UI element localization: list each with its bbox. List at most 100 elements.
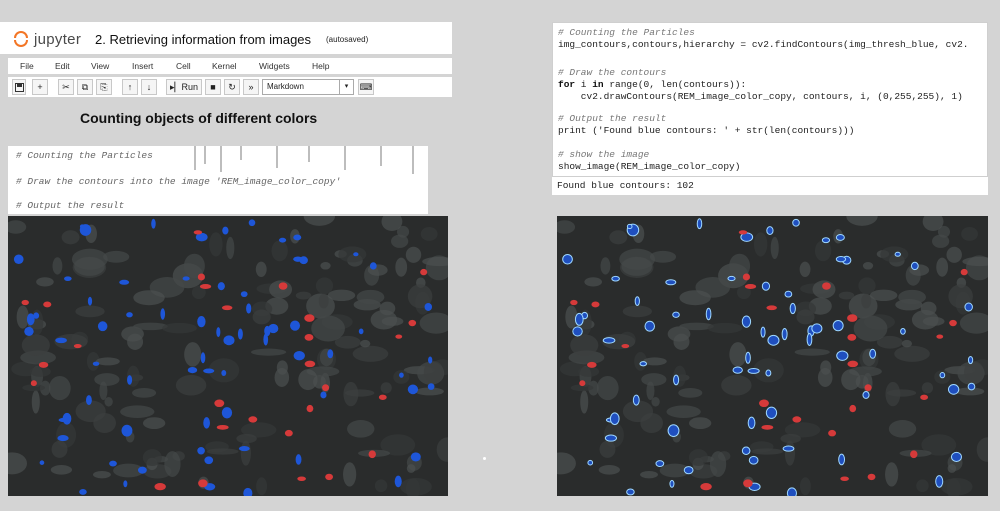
particle-image-original (8, 216, 448, 496)
blue-particle (747, 416, 756, 430)
red-particle (738, 230, 748, 235)
red-particle (849, 404, 857, 413)
red-particle (278, 282, 288, 290)
blue-particle (626, 488, 635, 496)
red-particle (742, 273, 751, 281)
paste-icon[interactable]: ⎘ (96, 79, 112, 95)
left-code-cell[interactable]: # Counting the Particles # Draw the cont… (8, 146, 428, 214)
red-particle (297, 476, 306, 481)
red-particle (368, 450, 376, 459)
blue-particle (237, 328, 243, 340)
blue-particle (741, 315, 752, 328)
blue-particle (57, 435, 69, 442)
fast-forward-icon[interactable]: » (243, 79, 259, 95)
restart-icon[interactable]: ↻ (224, 79, 240, 95)
blue-particle (835, 234, 845, 241)
blue-particle (683, 466, 694, 475)
blue-particle (761, 281, 771, 291)
blue-particle (399, 372, 404, 378)
save-icon[interactable] (12, 79, 26, 95)
run-button[interactable]: ▸▏ Run (166, 79, 202, 95)
red-particle (936, 334, 944, 339)
stop-icon[interactable]: ■ (205, 79, 221, 95)
menu-view[interactable]: View (91, 61, 109, 71)
red-particle (304, 360, 316, 368)
cut-icon[interactable]: ✂ (58, 79, 74, 95)
blue-particle (295, 454, 302, 465)
red-particle (700, 483, 712, 491)
blue-particle (967, 355, 974, 365)
code-line: cv2.drawContours(REM_image_color_copy, c… (558, 91, 963, 102)
blue-particle (838, 453, 846, 466)
blue-particle (784, 290, 793, 298)
blue-particle (278, 237, 287, 243)
add-cell-icon[interactable]: + (32, 79, 48, 95)
copy-icon[interactable]: ⧉ (77, 79, 93, 95)
blue-particle (950, 451, 962, 462)
red-particle (395, 334, 403, 339)
notebook-header: jupyter 2. Retrieving information from i… (0, 22, 452, 54)
red-particle (378, 394, 387, 400)
blue-particle (964, 302, 973, 312)
red-particle (910, 450, 918, 459)
menu-help[interactable]: Help (312, 61, 329, 71)
red-particle (30, 380, 37, 387)
code-comment: # Counting the Particles (558, 27, 695, 38)
notebook-title[interactable]: 2. Retrieving information from images (95, 32, 311, 47)
red-particle (197, 273, 205, 281)
red-particle (867, 473, 876, 481)
menu-widgets[interactable]: Widgets (259, 61, 290, 71)
red-particle (960, 268, 968, 276)
blue-particle (611, 275, 620, 282)
blue-particle (835, 255, 847, 263)
red-particle (325, 473, 334, 481)
red-particle (221, 305, 233, 311)
keyboard-icon[interactable]: ⌨ (358, 79, 374, 95)
code-line: img_contours,contours,hierarchy = cv2.fi… (558, 39, 969, 50)
move-up-icon[interactable]: ↑ (122, 79, 138, 95)
code-comment: # show the image (558, 149, 650, 160)
code-comment: # Output the result (16, 200, 125, 211)
blue-particle (939, 372, 946, 379)
blue-particle (369, 262, 377, 270)
blue-particle (665, 279, 677, 286)
red-particle (193, 230, 203, 235)
cell-output: Found blue contours: 102 (552, 177, 988, 195)
blue-particle (221, 407, 233, 419)
blue-particle (967, 382, 976, 391)
blue-particle (705, 307, 712, 321)
red-particle (822, 282, 831, 290)
red-particle (761, 424, 774, 430)
run-label: Run (181, 82, 198, 92)
menu-cell[interactable]: Cell (176, 61, 191, 71)
menu-insert[interactable]: Insert (132, 61, 153, 71)
blue-particle (55, 337, 67, 344)
red-particle (847, 360, 859, 368)
right-code-cell[interactable]: # Counting the Particles img_contours,con… (552, 22, 988, 177)
blue-particle (574, 312, 584, 326)
code-comment: # Output the result (558, 113, 667, 124)
blue-particle (246, 303, 252, 314)
blue-particle (79, 489, 87, 495)
move-down-icon[interactable]: ↓ (141, 79, 157, 95)
blue-particle (203, 417, 210, 429)
jupyter-logo[interactable]: jupyter (12, 30, 81, 48)
blue-particle (562, 253, 573, 265)
blue-particle (13, 254, 24, 265)
blue-particle (151, 218, 156, 229)
blue-particle (197, 315, 206, 328)
menu-file[interactable]: File (20, 61, 34, 71)
blue-particle (203, 368, 215, 374)
red-particle (587, 361, 597, 368)
menu-kernel[interactable]: Kernel (212, 61, 237, 71)
blue-particle (765, 369, 772, 377)
red-particle (304, 333, 314, 341)
red-particle (949, 319, 957, 327)
cell-type-select[interactable]: Markdown ▾ (262, 79, 354, 95)
red-particle (766, 305, 777, 311)
menu-edit[interactable]: Edit (55, 61, 70, 71)
blue-particle (673, 374, 680, 386)
red-particle (73, 344, 82, 349)
blue-particle (62, 412, 72, 425)
blue-particle (634, 296, 640, 307)
